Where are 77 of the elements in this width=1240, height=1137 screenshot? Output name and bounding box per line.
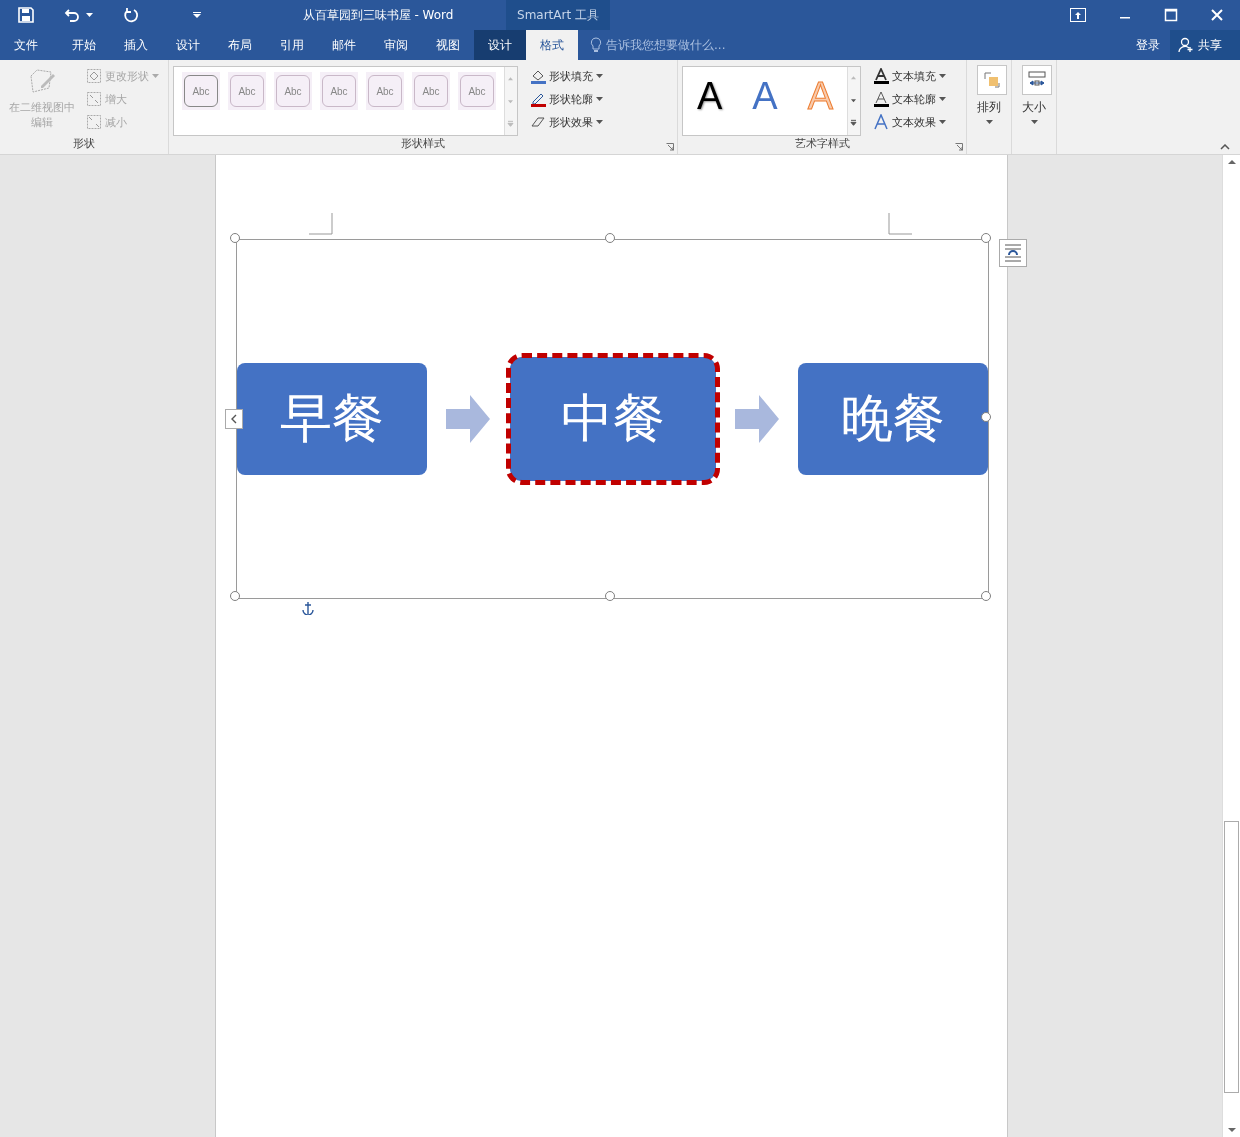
lightbulb-icon[interactable] [590, 37, 602, 53]
caret-icon [1030, 120, 1038, 124]
flow-arrow-icon [446, 395, 491, 443]
arrange-button[interactable]: 排列 [971, 65, 1007, 124]
ribbon-display-icon[interactable] [1070, 8, 1086, 22]
flow-arrow-icon [734, 395, 779, 443]
wordart-style-swatch[interactable]: A [697, 74, 723, 118]
text-fill-icon[interactable] [873, 68, 890, 84]
text-format-button[interactable]: 文本轮廓 [871, 89, 949, 109]
arrange-icon [983, 71, 1001, 89]
undo-icon[interactable] [64, 7, 80, 23]
redo-icon[interactable] [123, 7, 139, 23]
ribbon-tab[interactable]: 格式 [526, 30, 578, 60]
text-outline-icon[interactable] [873, 91, 890, 107]
sign-in-link[interactable]: 登录 [1126, 30, 1170, 60]
caret-icon [985, 120, 993, 124]
window-title: 从百草园到三味书屋 - Word [301, 6, 455, 24]
dialog-launcher-icon[interactable] [955, 143, 963, 151]
ribbon-tab[interactable]: 文件 [0, 30, 52, 60]
caret-icon [596, 74, 603, 78]
person-plus-icon [1178, 37, 1194, 53]
resize-handle[interactable] [981, 233, 991, 243]
paint-bucket-icon[interactable] [530, 68, 546, 84]
ribbon-tab[interactable]: 插入 [110, 30, 162, 60]
size-button[interactable]: 大小 [1016, 65, 1052, 124]
resize-handle[interactable] [981, 412, 991, 422]
ribbon-tab[interactable]: 布局 [214, 30, 266, 60]
resize-handle[interactable] [605, 233, 615, 243]
resize-handle[interactable] [230, 591, 240, 601]
shape-format-button[interactable]: 形状填充 [528, 66, 605, 86]
caret-icon [596, 97, 603, 101]
pencil-icon[interactable] [530, 91, 546, 107]
wordart-style-swatch[interactable]: A [752, 74, 778, 118]
resize-handle[interactable] [605, 591, 615, 601]
contextual-tab-group: SmartArt 工具 [506, 0, 610, 30]
group-label: 形状样式 [400, 136, 446, 152]
resize-handle[interactable] [981, 591, 991, 601]
ribbon-tab[interactable]: 视图 [422, 30, 474, 60]
close-icon[interactable] [1210, 8, 1224, 22]
text-format-button[interactable]: 文本效果 [871, 112, 949, 132]
save-icon[interactable] [18, 7, 34, 23]
smartart-shape[interactable]: 晚餐 [798, 363, 988, 475]
caret-icon [939, 120, 947, 124]
margin-corner-icon [309, 213, 333, 235]
selection-frame[interactable] [236, 239, 989, 599]
text-effects-icon[interactable] [873, 114, 890, 130]
text-format-button[interactable]: 文本填充 [871, 66, 949, 86]
shape-format-button[interactable]: 形状轮廓 [528, 89, 605, 109]
ribbon-tab[interactable]: 设计 [474, 30, 526, 60]
shape-format-button[interactable]: 形状效果 [528, 112, 605, 132]
caret-icon [939, 97, 947, 101]
change-shape-icon [86, 68, 102, 84]
anchor-icon [302, 601, 314, 615]
share-button[interactable]: 共享 [1170, 30, 1240, 60]
ribbon-tab[interactable]: 引用 [266, 30, 318, 60]
shape-effects-icon[interactable] [530, 114, 546, 130]
ribbon-tab[interactable]: 开始 [58, 30, 110, 60]
ribbon-tab[interactable]: 设计 [162, 30, 214, 60]
collapse-ribbon-icon[interactable] [1220, 144, 1230, 150]
group-label: 艺术字样式 [793, 136, 851, 152]
resize-handle[interactable] [230, 233, 240, 243]
caret-icon [596, 120, 603, 124]
caret-icon [86, 13, 93, 17]
caret-icon [152, 74, 159, 78]
shrink-icon [86, 114, 102, 130]
margin-corner-icon [888, 213, 912, 235]
enlarge-icon [86, 91, 102, 107]
group-label: 形状 [72, 136, 96, 152]
tell-me-field[interactable]: 告诉我您想要做什么... [606, 38, 806, 52]
smartart-shape[interactable]: 早餐 [237, 363, 427, 475]
maximize-icon[interactable] [1164, 8, 1178, 22]
caret-icon [939, 74, 947, 78]
ribbon-tab[interactable]: 审阅 [370, 30, 422, 60]
size-icon [1027, 71, 1047, 89]
ribbon-tab[interactable]: 邮件 [318, 30, 370, 60]
customize-caret-icon[interactable] [193, 12, 201, 18]
dialog-launcher-icon[interactable] [666, 143, 674, 151]
